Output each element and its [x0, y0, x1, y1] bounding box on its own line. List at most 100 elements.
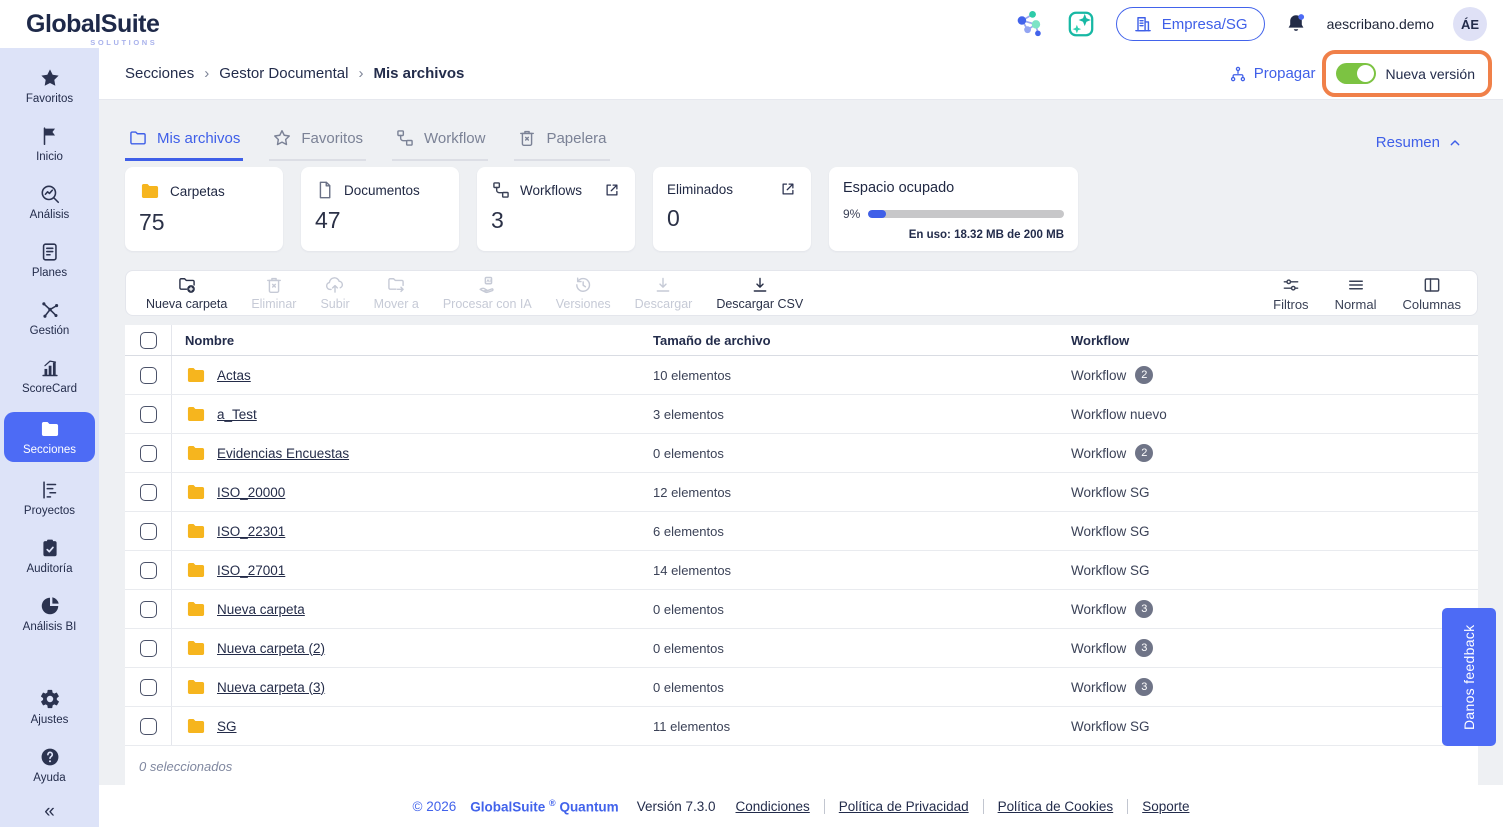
folder-link[interactable]: ISO_27001 [217, 563, 285, 578]
breadcrumb-item-secciones[interactable]: Secciones [125, 65, 194, 82]
row-checkbox[interactable] [140, 562, 157, 579]
trash-icon [264, 275, 284, 295]
sidebar-item-analisis-bi[interactable]: Análisis BI [0, 592, 99, 636]
row-checkbox[interactable] [140, 484, 157, 501]
folder-link[interactable]: Nueva carpeta (3) [217, 680, 325, 695]
workflow-count-badge: 3 [1135, 600, 1153, 618]
row-checkbox-cell [125, 395, 172, 433]
copyright: © 2026 [413, 799, 457, 814]
propagar-button[interactable]: Propagar [1229, 65, 1316, 83]
sidebar-item-inicio[interactable]: Inicio [0, 122, 99, 166]
resumen-toggle[interactable]: Resumen [1376, 134, 1463, 151]
summary-card-documentos: Documentos47 [301, 167, 459, 251]
app-root: GlobalSuite SOLUTIONS Empresa/SG aescrib… [0, 0, 1503, 827]
avatar[interactable]: ÁE [1453, 7, 1487, 41]
tab-mis-archivos[interactable]: Mis archivos [125, 128, 243, 161]
toolbar-button-label: Columnas [1402, 297, 1461, 312]
row-workflow-cell: Workflow3 [1071, 590, 1478, 628]
tabs-row: Mis archivos Favoritos Workflow Papelera Re… [125, 128, 1478, 161]
table-row: Nueva carpeta (2)0 elementosWorkflow3 [125, 629, 1478, 668]
row-checkbox[interactable] [140, 718, 157, 735]
summary-card-workflows: Workflows3 [477, 167, 635, 251]
sidebar-item-label: Análisis [30, 209, 70, 221]
column-header-workflow[interactable]: Workflow [1071, 325, 1478, 355]
breadcrumb-separator: › [204, 65, 209, 82]
row-workflow-cell: Workflow2 [1071, 356, 1478, 394]
folder-link[interactable]: a_Test [217, 407, 257, 422]
notifications-bell-icon[interactable] [1284, 12, 1308, 36]
workflow-icon [395, 128, 415, 148]
chevron-up-icon [1447, 135, 1463, 151]
workflow-name: Workflow [1071, 368, 1126, 383]
toolbar-button-descargar-csv[interactable]: Descargar CSV [706, 273, 813, 313]
row-size-cell: 14 elementos [653, 551, 1071, 589]
workflow-name: Workflow nuevo [1071, 407, 1167, 422]
card-value: 75 [139, 209, 269, 236]
logo[interactable]: GlobalSuite SOLUTIONS [26, 10, 159, 39]
card-label: Documentos [344, 183, 420, 198]
sidebar-item-gestion[interactable]: Gestión [0, 296, 99, 340]
row-size-cell: 10 elementos [653, 356, 1071, 394]
folder-link[interactable]: Nueva carpeta (2) [217, 641, 325, 656]
row-checkbox[interactable] [140, 367, 157, 384]
folder-link[interactable]: SG [217, 719, 237, 734]
row-checkbox[interactable] [140, 523, 157, 540]
row-checkbox-cell [125, 356, 172, 394]
apps-molecule-icon[interactable] [1012, 7, 1046, 41]
folder-link[interactable]: ISO_20000 [217, 485, 285, 500]
feedback-button[interactable]: Danos feedback [1442, 608, 1496, 746]
sidebar-item-analisis[interactable]: Análisis [0, 180, 99, 224]
tab-papelera[interactable]: Papelera [514, 128, 609, 161]
row-size-cell: 3 elementos [653, 395, 1071, 433]
sidebar-item-scorecard[interactable]: ScoreCard [0, 354, 99, 398]
sidebar-collapse-button[interactable]: « [0, 801, 99, 827]
toolbar-button-columnas[interactable]: Columnas [1396, 273, 1467, 314]
toolbar-button-label: Descargar CSV [716, 297, 803, 311]
row-checkbox[interactable] [140, 601, 157, 618]
flag-icon [39, 125, 61, 147]
sidebar-item-proyectos[interactable]: Proyectos [0, 476, 99, 520]
folder-link[interactable]: Nueva carpeta [217, 602, 305, 617]
toolbar-button-filtros[interactable]: Filtros [1267, 273, 1314, 314]
storage-percent-label: 9% [843, 207, 860, 221]
folder-link[interactable]: ISO_22301 [217, 524, 285, 539]
folder-icon [185, 403, 207, 425]
footer-link-condiciones[interactable]: Condiciones [736, 799, 810, 814]
toolbar-button-normal[interactable]: Normal [1329, 273, 1383, 314]
workflow-name: Workflow SG [1071, 485, 1150, 500]
sidebar-item-ajustes[interactable]: Ajustes [0, 685, 99, 729]
column-header-nombre[interactable]: Nombre [172, 325, 653, 355]
company-selector-button[interactable]: Empresa/SG [1116, 7, 1265, 41]
tab-favoritos[interactable]: Favoritos [269, 128, 366, 161]
folder-link[interactable]: Evidencias Encuestas [217, 446, 349, 461]
toolbar-button-nueva-carpeta[interactable]: Nueva carpeta [136, 273, 237, 313]
table-row: Nueva carpeta (3)0 elementosWorkflow3 [125, 668, 1478, 707]
row-checkbox[interactable] [140, 679, 157, 696]
row-checkbox[interactable] [140, 640, 157, 657]
footer-link-politica-de-privacidad[interactable]: Política de Privacidad [824, 799, 969, 814]
sidebar-main-items: Favoritos Inicio Análisis Planes Gestión Scor… [0, 64, 99, 650]
breadcrumb-item-gestor-documental[interactable]: Gestor Documental [219, 65, 348, 82]
storage-progress-fill [868, 210, 886, 218]
tab-label: Papelera [546, 130, 606, 147]
sidebar-item-secciones[interactable]: Secciones [4, 412, 95, 462]
row-checkbox[interactable] [140, 406, 157, 423]
sidebar-item-planes[interactable]: Planes [0, 238, 99, 282]
propagar-label: Propagar [1254, 65, 1316, 82]
table-row: SG11 elementosWorkflow SG [125, 707, 1478, 746]
row-checkbox[interactable] [140, 445, 157, 462]
rows-icon [1346, 275, 1366, 295]
footer-link-politica-de-cookies[interactable]: Política de Cookies [983, 799, 1114, 814]
ai-assistant-icon[interactable] [1065, 8, 1097, 40]
select-all-checkbox[interactable] [140, 332, 157, 349]
tabs: Mis archivos Favoritos Workflow Papelera [125, 128, 610, 161]
footer-link-soporte[interactable]: Soporte [1127, 799, 1189, 814]
column-header-tamano[interactable]: Tamaño de archivo [653, 325, 1071, 355]
sidebar-item-ayuda[interactable]: Ayuda [0, 743, 99, 787]
table-row: ISO_2700114 elementosWorkflow SG [125, 551, 1478, 590]
sidebar-item-auditoria[interactable]: Auditoría [0, 534, 99, 578]
folder-link[interactable]: Actas [217, 368, 251, 383]
nueva-version-toggle[interactable] [1336, 63, 1376, 84]
sidebar-item-favoritos[interactable]: Favoritos [0, 64, 99, 108]
tab-workflow[interactable]: Workflow [392, 128, 488, 161]
